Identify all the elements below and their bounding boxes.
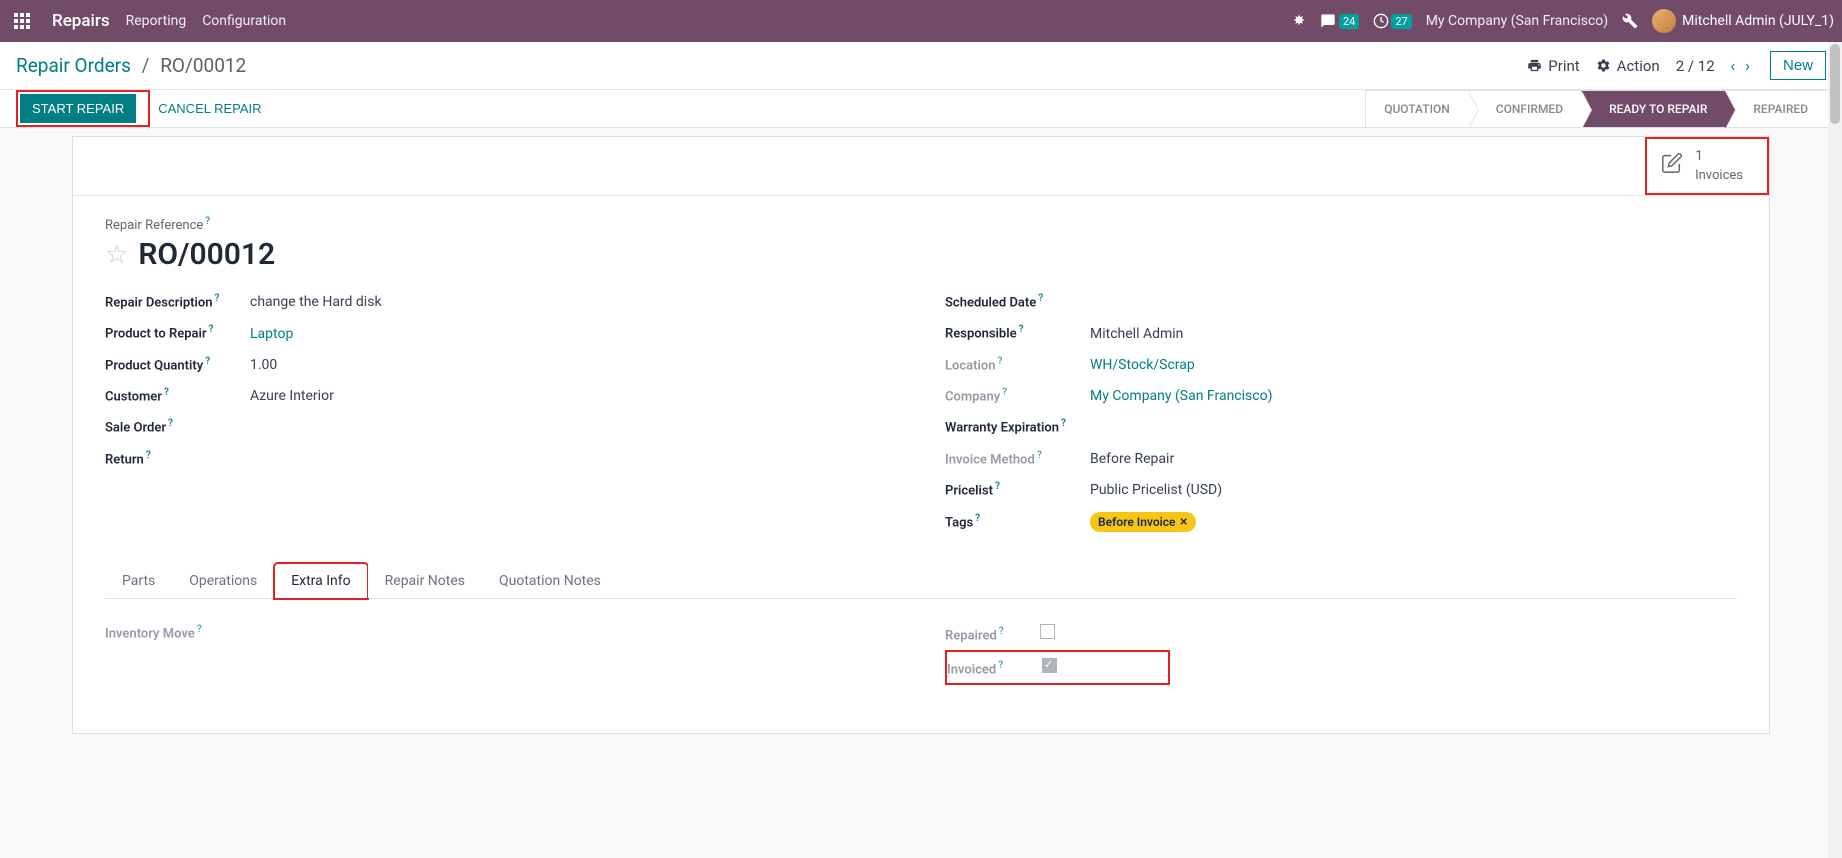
value-tags[interactable]: Before Invoice ✕	[1090, 512, 1196, 532]
label-customer: Customer?	[105, 387, 250, 404]
invoices-label: Invoices	[1695, 167, 1743, 185]
scrollbar[interactable]	[1828, 42, 1842, 858]
status-stages: QUOTATION CONFIRMED READY TO REPAIR REPA…	[1365, 90, 1826, 128]
label-location: Location?	[945, 356, 1090, 373]
label-product-to-repair: Product to Repair?	[105, 324, 250, 341]
control-panel: Repair Orders / RO/00012 Print Action 2 …	[0, 42, 1842, 90]
label-warranty-expiration: Warranty Expiration?	[945, 418, 1090, 435]
checkbox-repaired[interactable]	[1040, 624, 1055, 639]
button-box: 1 Invoices	[73, 137, 1769, 196]
avatar-icon	[1652, 9, 1676, 33]
stage-confirmed[interactable]: CONFIRMED	[1468, 90, 1581, 128]
start-repair-button[interactable]: START REPAIR	[20, 94, 136, 123]
help-icon[interactable]: ?	[205, 216, 210, 227]
favorite-star-icon[interactable]: ☆	[105, 240, 128, 270]
tab-quotation-notes[interactable]: Quotation Notes	[482, 563, 618, 598]
label-return: Return?	[105, 450, 250, 467]
menu-configuration[interactable]: Configuration	[202, 13, 286, 29]
label-pricelist: Pricelist?	[945, 481, 1090, 498]
pager: 2 / 12 ‹ ›	[1676, 56, 1754, 75]
label-invoice-method: Invoice Method?	[945, 450, 1090, 467]
stage-quotation[interactable]: QUOTATION	[1365, 90, 1468, 128]
messages-badge: 24	[1339, 14, 1359, 29]
tab-content-extra-info: Inventory Move? Repaired? Invoiced?	[105, 599, 1737, 703]
value-product-quantity[interactable]: 1.00	[250, 357, 277, 373]
notebook-tabs: Parts Operations Extra Info Repair Notes…	[105, 563, 1737, 599]
label-tags: Tags?	[945, 513, 1090, 530]
label-repaired: Repaired?	[945, 626, 1040, 643]
pager-next[interactable]: ›	[1741, 56, 1754, 75]
form-left-column: Repair Description?change the Hard disk …	[105, 286, 897, 539]
print-button[interactable]: Print	[1527, 57, 1579, 75]
tag-remove-icon[interactable]: ✕	[1179, 517, 1187, 528]
apps-icon[interactable]	[14, 13, 30, 29]
menu-reporting[interactable]: Reporting	[126, 13, 187, 29]
app-brand[interactable]: Repairs	[52, 11, 110, 31]
label-invoiced: Invoiced?	[947, 660, 1042, 677]
user-name: Mitchell Admin (JULY_1)	[1682, 13, 1834, 29]
value-repair-description[interactable]: change the Hard disk	[250, 294, 382, 310]
cancel-repair-button[interactable]: CANCEL REPAIR	[150, 94, 269, 123]
value-location[interactable]: WH/Stock/Scrap	[1090, 357, 1195, 373]
tab-operations[interactable]: Operations	[172, 563, 274, 598]
tab-repair-notes[interactable]: Repair Notes	[368, 563, 482, 598]
breadcrumb-current: RO/00012	[160, 54, 246, 77]
value-product-to-repair[interactable]: Laptop	[250, 326, 293, 342]
activities-badge: 27	[1391, 14, 1411, 29]
highlight-invoiced: Invoiced?	[945, 650, 1170, 685]
company-switcher[interactable]: My Company (San Francisco)	[1426, 13, 1608, 29]
repair-reference-value: RO/00012	[138, 237, 275, 272]
stage-ready-to-repair[interactable]: READY TO REPAIR	[1581, 90, 1725, 128]
messages-icon[interactable]: 24	[1319, 13, 1359, 29]
new-button[interactable]: New	[1770, 51, 1826, 80]
status-bar: START REPAIR CANCEL REPAIR QUOTATION CON…	[0, 90, 1842, 128]
tag-before-invoice: Before Invoice ✕	[1090, 512, 1196, 532]
value-invoice-method[interactable]: Before Repair	[1090, 451, 1174, 467]
label-responsible: Responsible?	[945, 324, 1090, 341]
value-customer[interactable]: Azure Interior	[250, 388, 334, 404]
tab-extra-info[interactable]: Extra Info	[274, 563, 367, 599]
scrollbar-thumb[interactable]	[1830, 44, 1840, 124]
tab-parts[interactable]: Parts	[105, 563, 172, 598]
label-sale-order: Sale Order?	[105, 418, 250, 435]
form-right-column: Scheduled Date? Responsible?Mitchell Adm…	[945, 286, 1737, 539]
breadcrumb-parent[interactable]: Repair Orders	[16, 54, 131, 77]
tools-icon[interactable]	[1622, 13, 1638, 29]
label-company: Company?	[945, 387, 1090, 404]
label-product-quantity: Product Quantity?	[105, 356, 250, 373]
action-button[interactable]: Action	[1596, 57, 1660, 75]
top-navbar: Repairs Reporting Configuration ✸ 24 27 …	[0, 0, 1842, 42]
label-scheduled-date: Scheduled Date?	[945, 293, 1090, 310]
invoices-count: 1	[1695, 147, 1743, 167]
user-menu[interactable]: Mitchell Admin (JULY_1)	[1652, 9, 1834, 33]
invoices-stat-button[interactable]: 1 Invoices	[1645, 137, 1769, 195]
value-pricelist[interactable]: Public Pricelist (USD)	[1090, 482, 1222, 498]
value-responsible[interactable]: Mitchell Admin	[1090, 326, 1183, 342]
stage-repaired[interactable]: REPAIRED	[1725, 90, 1826, 128]
edit-icon	[1661, 152, 1683, 179]
label-inventory-move: Inventory Move?	[105, 624, 250, 641]
value-company[interactable]: My Company (San Francisco)	[1090, 388, 1272, 404]
form-sheet: 1 Invoices Repair Reference? ☆ RO/00012 …	[72, 136, 1770, 734]
bug-icon[interactable]: ✸	[1293, 13, 1305, 29]
activities-icon[interactable]: 27	[1373, 13, 1411, 29]
repair-reference-label: Repair Reference?	[105, 218, 210, 233]
checkbox-invoiced[interactable]	[1042, 658, 1057, 673]
pager-prev[interactable]: ‹	[1726, 56, 1739, 75]
breadcrumb: Repair Orders / RO/00012	[16, 54, 246, 77]
highlight-start-repair: START REPAIR	[16, 90, 150, 127]
label-repair-description: Repair Description?	[105, 293, 250, 310]
